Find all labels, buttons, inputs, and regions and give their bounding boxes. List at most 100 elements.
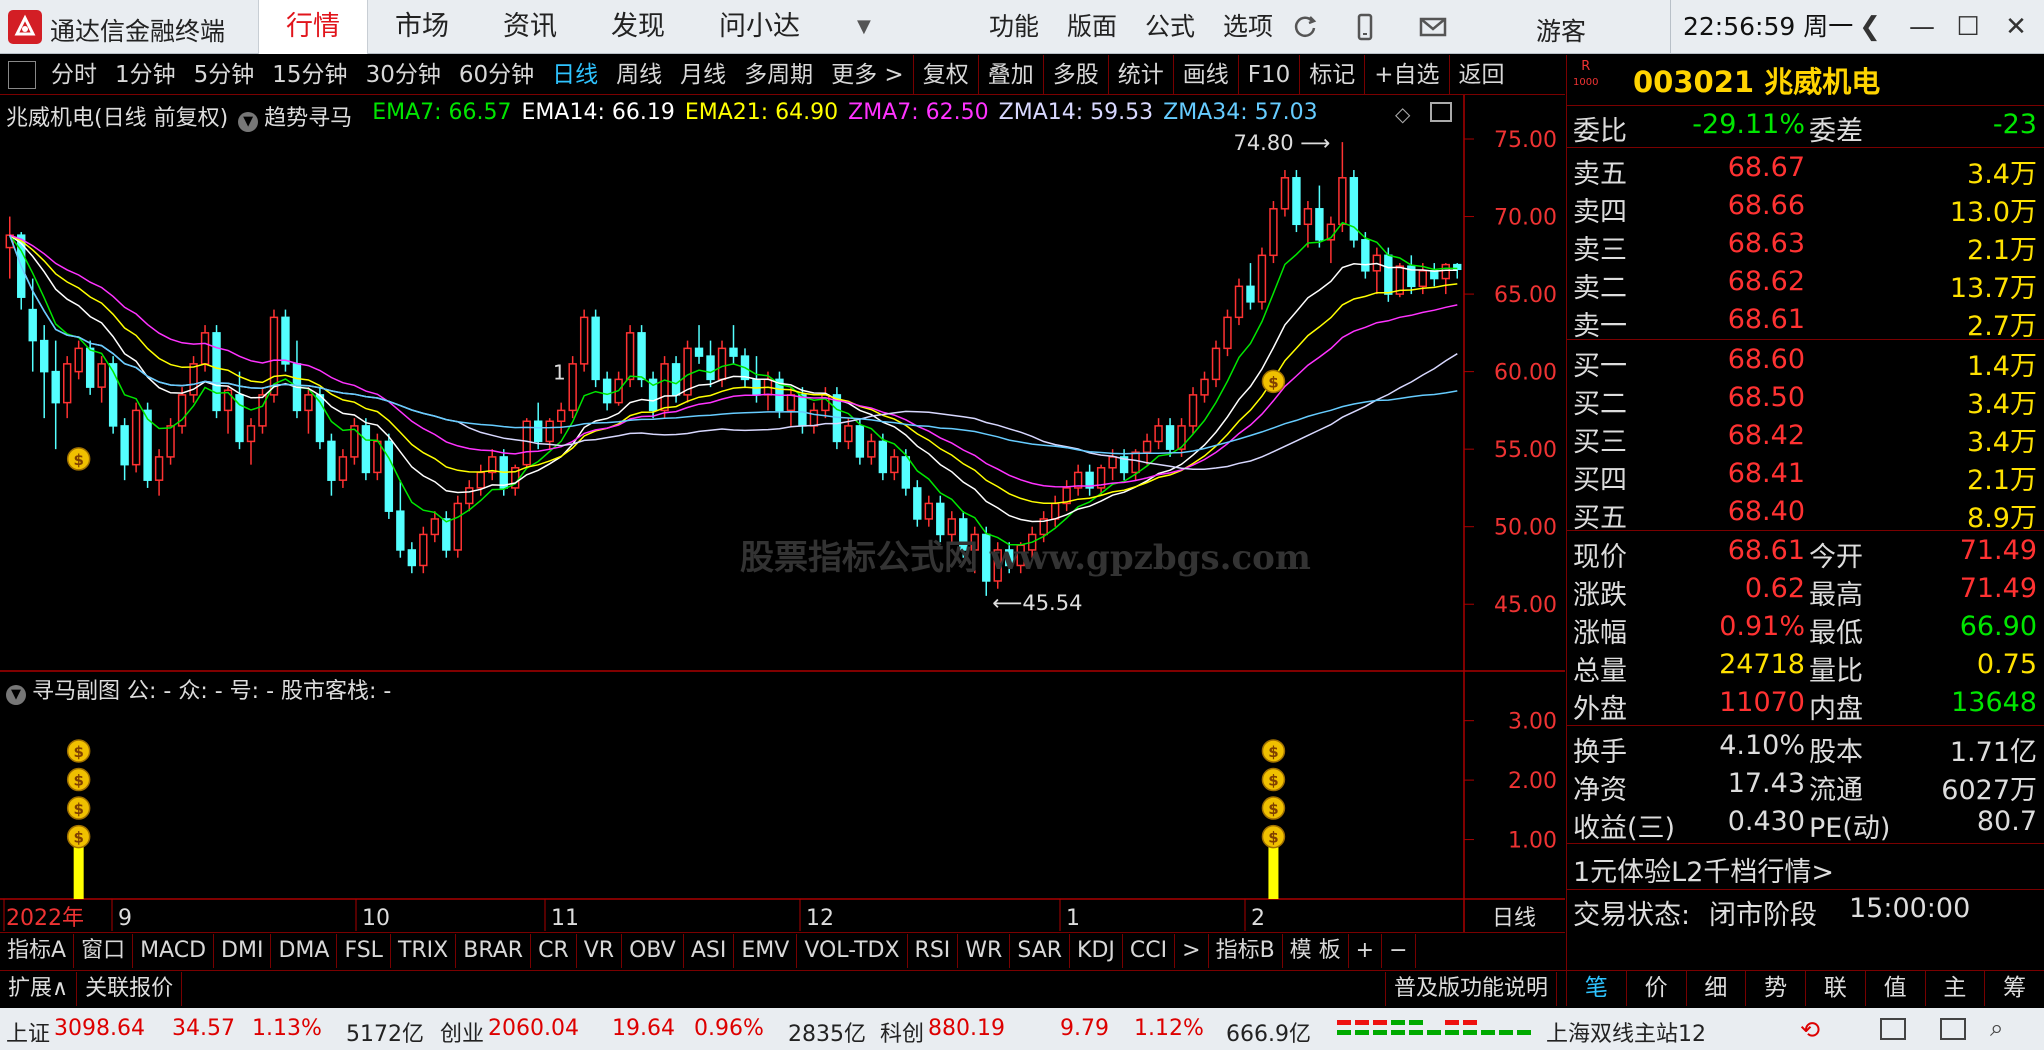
period-1min[interactable]: 1分钟 bbox=[106, 55, 185, 95]
indicator-tab[interactable]: OBV bbox=[622, 933, 684, 968]
indicator-select[interactable]: ▼ 趋势寻马 bbox=[238, 100, 362, 132]
expand-button[interactable]: 扩展∧ bbox=[0, 971, 78, 1006]
return-button[interactable]: 返回 bbox=[1450, 55, 1514, 95]
indicator-tab[interactable]: DMI bbox=[214, 933, 272, 968]
period-60min[interactable]: 60分钟 bbox=[450, 55, 543, 95]
period-monthly[interactable]: 月线 bbox=[671, 55, 735, 95]
right-tab[interactable]: 细 bbox=[1685, 970, 1746, 1006]
bid-row[interactable]: 买三 68.42 3.4万 bbox=[1567, 420, 2044, 458]
maximize-icon[interactable]: ☐ bbox=[1948, 8, 1988, 46]
period-5min[interactable]: 5分钟 bbox=[185, 55, 264, 95]
period-more[interactable]: 更多 > bbox=[822, 55, 913, 95]
back-icon[interactable]: ❮ bbox=[1850, 8, 1890, 46]
chevron-down-icon[interactable]: ▼ bbox=[827, 0, 881, 54]
server-name[interactable]: 上海双线主站12 bbox=[1546, 1016, 1706, 1048]
indicator-tab[interactable]: 窗口 bbox=[74, 933, 134, 968]
close-icon[interactable]: ✕ bbox=[1996, 8, 2036, 46]
restore-rights-button[interactable]: 复权 bbox=[914, 55, 978, 95]
promo-link[interactable]: 1元体验L2千档行情> bbox=[1567, 850, 2044, 888]
right-tab[interactable]: 势 bbox=[1745, 970, 1805, 1006]
stats-button[interactable]: 统计 bbox=[1109, 55, 1173, 95]
indicator-tab[interactable]: DMA bbox=[271, 933, 338, 968]
bid-row[interactable]: 买二 68.50 3.4万 bbox=[1567, 382, 2044, 420]
connection-icon[interactable]: ⟲ bbox=[1800, 1016, 1820, 1044]
bid-price: 68.40 bbox=[1727, 496, 1805, 527]
indicator-tab[interactable]: EMV bbox=[734, 933, 798, 968]
menu-xuanxiang[interactable]: 选项 bbox=[1209, 0, 1287, 54]
mark-button[interactable]: 标记 bbox=[1300, 55, 1364, 95]
chevron-down-icon[interactable]: ▼ bbox=[6, 685, 26, 705]
f10-button[interactable]: F10 bbox=[1239, 55, 1300, 95]
related-quotes-button[interactable]: 关联报价 bbox=[77, 971, 183, 1006]
period-daily[interactable]: 日线 bbox=[543, 55, 607, 95]
ask-row[interactable]: 卖四 68.66 13.0万 bbox=[1567, 190, 2044, 228]
bid-row[interactable]: 买五 68.40 8.9万 bbox=[1567, 496, 2044, 534]
indicator-tab[interactable]: + bbox=[1349, 933, 1383, 968]
right-tab[interactable]: 价 bbox=[1625, 970, 1686, 1006]
tab-zixun[interactable]: 资讯 bbox=[476, 0, 584, 54]
tab-shichang[interactable]: 市场 bbox=[368, 0, 476, 54]
stat-value: 0.91% bbox=[1719, 611, 1805, 642]
indicator-tab[interactable]: TRIX bbox=[391, 933, 457, 968]
phone-icon[interactable] bbox=[1350, 12, 1380, 42]
ask-row[interactable]: 卖五 68.67 3.4万 bbox=[1567, 152, 2044, 190]
indicator-tab[interactable]: MACD bbox=[133, 933, 215, 968]
draw-button[interactable]: 画线 bbox=[1174, 55, 1238, 95]
indicator-tab[interactable]: 指标B bbox=[1209, 933, 1283, 968]
bid-row[interactable]: 买一 68.60 1.4万 bbox=[1567, 344, 2044, 382]
indicator-tab[interactable]: VOL-TDX bbox=[797, 933, 908, 968]
indicator-tab[interactable]: BRAR bbox=[456, 933, 532, 968]
right-tab[interactable]: 笔 bbox=[1566, 970, 1626, 1006]
ask-row[interactable]: 卖二 68.62 13.7万 bbox=[1567, 266, 2044, 304]
list-icon[interactable] bbox=[1940, 1018, 1966, 1040]
indicator-tab[interactable]: KDJ bbox=[1070, 933, 1123, 968]
right-tab[interactable]: 主 bbox=[1924, 970, 1985, 1006]
right-tab[interactable]: 联 bbox=[1805, 970, 1865, 1006]
right-tab[interactable]: 值 bbox=[1864, 970, 1925, 1006]
sidebar-toggle-icon[interactable] bbox=[8, 60, 36, 89]
indicator-tab[interactable]: CCI bbox=[1123, 933, 1176, 968]
right-tab[interactable]: 筹 bbox=[1984, 970, 2044, 1006]
period-30min[interactable]: 30分钟 bbox=[357, 55, 450, 95]
overlay-button[interactable]: 叠加 bbox=[979, 55, 1043, 95]
period-weekly[interactable]: 周线 bbox=[607, 55, 671, 95]
search-icon[interactable]: ⌕ bbox=[1990, 1014, 2003, 1042]
indicator-tab[interactable]: CR bbox=[531, 933, 577, 968]
kline-chart[interactable]: 75.00 70.00 65.00 60.00 55.00 50.00 45.00 74.80… bbox=[0, 95, 1565, 932]
multi-stock-button[interactable]: 多股 bbox=[1044, 55, 1108, 95]
grid-icon[interactable] bbox=[1880, 1018, 1906, 1040]
tab-faxian[interactable]: 发现 bbox=[584, 0, 692, 54]
indicator-tab[interactable]: ASI bbox=[684, 933, 735, 968]
period-multi[interactable]: 多周期 bbox=[735, 55, 822, 95]
mail-icon[interactable] bbox=[1418, 12, 1448, 42]
minimize-icon[interactable]: — bbox=[1902, 8, 1942, 46]
indicator-tab[interactable]: WR bbox=[958, 933, 1011, 968]
period-fenshi[interactable]: 分时 bbox=[42, 55, 106, 95]
add-watchlist-button[interactable]: +自选 bbox=[1365, 55, 1448, 95]
indicator-tab[interactable]: RSI bbox=[908, 933, 959, 968]
y-tick-label: 70.00 bbox=[1494, 206, 1557, 231]
indicator-tab[interactable]: > bbox=[1175, 933, 1209, 968]
login-label[interactable]: 游客 bbox=[1536, 12, 1586, 48]
refresh-icon[interactable] bbox=[1290, 12, 1320, 42]
bid-row[interactable]: 买四 68.41 2.1万 bbox=[1567, 458, 2044, 496]
indicator-tab[interactable]: 指标A bbox=[0, 933, 75, 968]
tab-hangqing[interactable]: 行情 bbox=[258, 0, 368, 54]
help-link[interactable]: 普及版功能说明 bbox=[1385, 971, 1558, 1006]
ask-row[interactable]: 卖三 68.63 2.1万 bbox=[1567, 228, 2044, 266]
period-15min[interactable]: 15分钟 bbox=[263, 55, 356, 95]
indicator-tab[interactable]: − bbox=[1382, 933, 1416, 968]
ask-row[interactable]: 卖一 68.61 2.7万 bbox=[1567, 304, 2044, 342]
indicator-tab[interactable]: VR bbox=[577, 933, 623, 968]
menu-gongneng[interactable]: 功能 bbox=[975, 0, 1053, 54]
window-icon[interactable] bbox=[1430, 102, 1452, 122]
candle-body bbox=[556, 409, 566, 422]
stock-code-name[interactable]: 003021 兆威机电 bbox=[1633, 59, 1880, 101]
menu-gongshi[interactable]: 公式 bbox=[1131, 0, 1209, 54]
tab-wenxiaoda[interactable]: 问小达 bbox=[692, 0, 827, 54]
menu-banmian[interactable]: 版面 bbox=[1053, 0, 1131, 54]
diamond-icon[interactable]: ◇ bbox=[1395, 102, 1410, 126]
indicator-tab[interactable]: SAR bbox=[1010, 933, 1071, 968]
indicator-tab[interactable]: FSL bbox=[337, 933, 391, 968]
indicator-tab[interactable]: 模 板 bbox=[1283, 933, 1349, 968]
